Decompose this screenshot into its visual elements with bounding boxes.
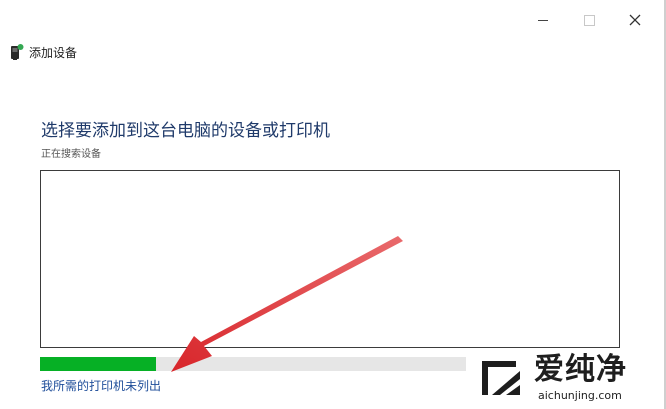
maximize-icon bbox=[583, 14, 595, 26]
window-title: 添加设备 bbox=[29, 45, 78, 60]
page-title: 选择要添加到这台电脑的设备或打印机 bbox=[41, 121, 330, 141]
device-list-box[interactable] bbox=[40, 170, 620, 348]
maximize-button[interactable] bbox=[566, 6, 612, 34]
close-icon bbox=[629, 14, 641, 26]
watermark-brand: 爱纯净 bbox=[534, 352, 627, 387]
minimize-button[interactable] bbox=[520, 6, 566, 34]
aichunjing-logo-icon bbox=[482, 361, 520, 395]
title-bar bbox=[0, 0, 666, 38]
watermark-url: aichunjing.com bbox=[538, 389, 622, 402]
window-header: 添加设备 bbox=[10, 42, 77, 62]
close-button[interactable] bbox=[612, 6, 658, 34]
printer-not-listed-link[interactable]: 我所需的打印机未列出 bbox=[41, 377, 161, 394]
search-status-text: 正在搜索设备 bbox=[41, 149, 101, 160]
search-progress-fill bbox=[40, 357, 157, 371]
add-device-window: 添加设备 选择要添加到这台电脑的设备或打印机 正在搜索设备 我所需的打印机未列出 bbox=[0, 0, 666, 409]
printer-device-icon bbox=[11, 44, 24, 60]
minimize-icon bbox=[538, 19, 548, 21]
watermark: 爱纯净 aichunjing.com bbox=[466, 349, 662, 409]
